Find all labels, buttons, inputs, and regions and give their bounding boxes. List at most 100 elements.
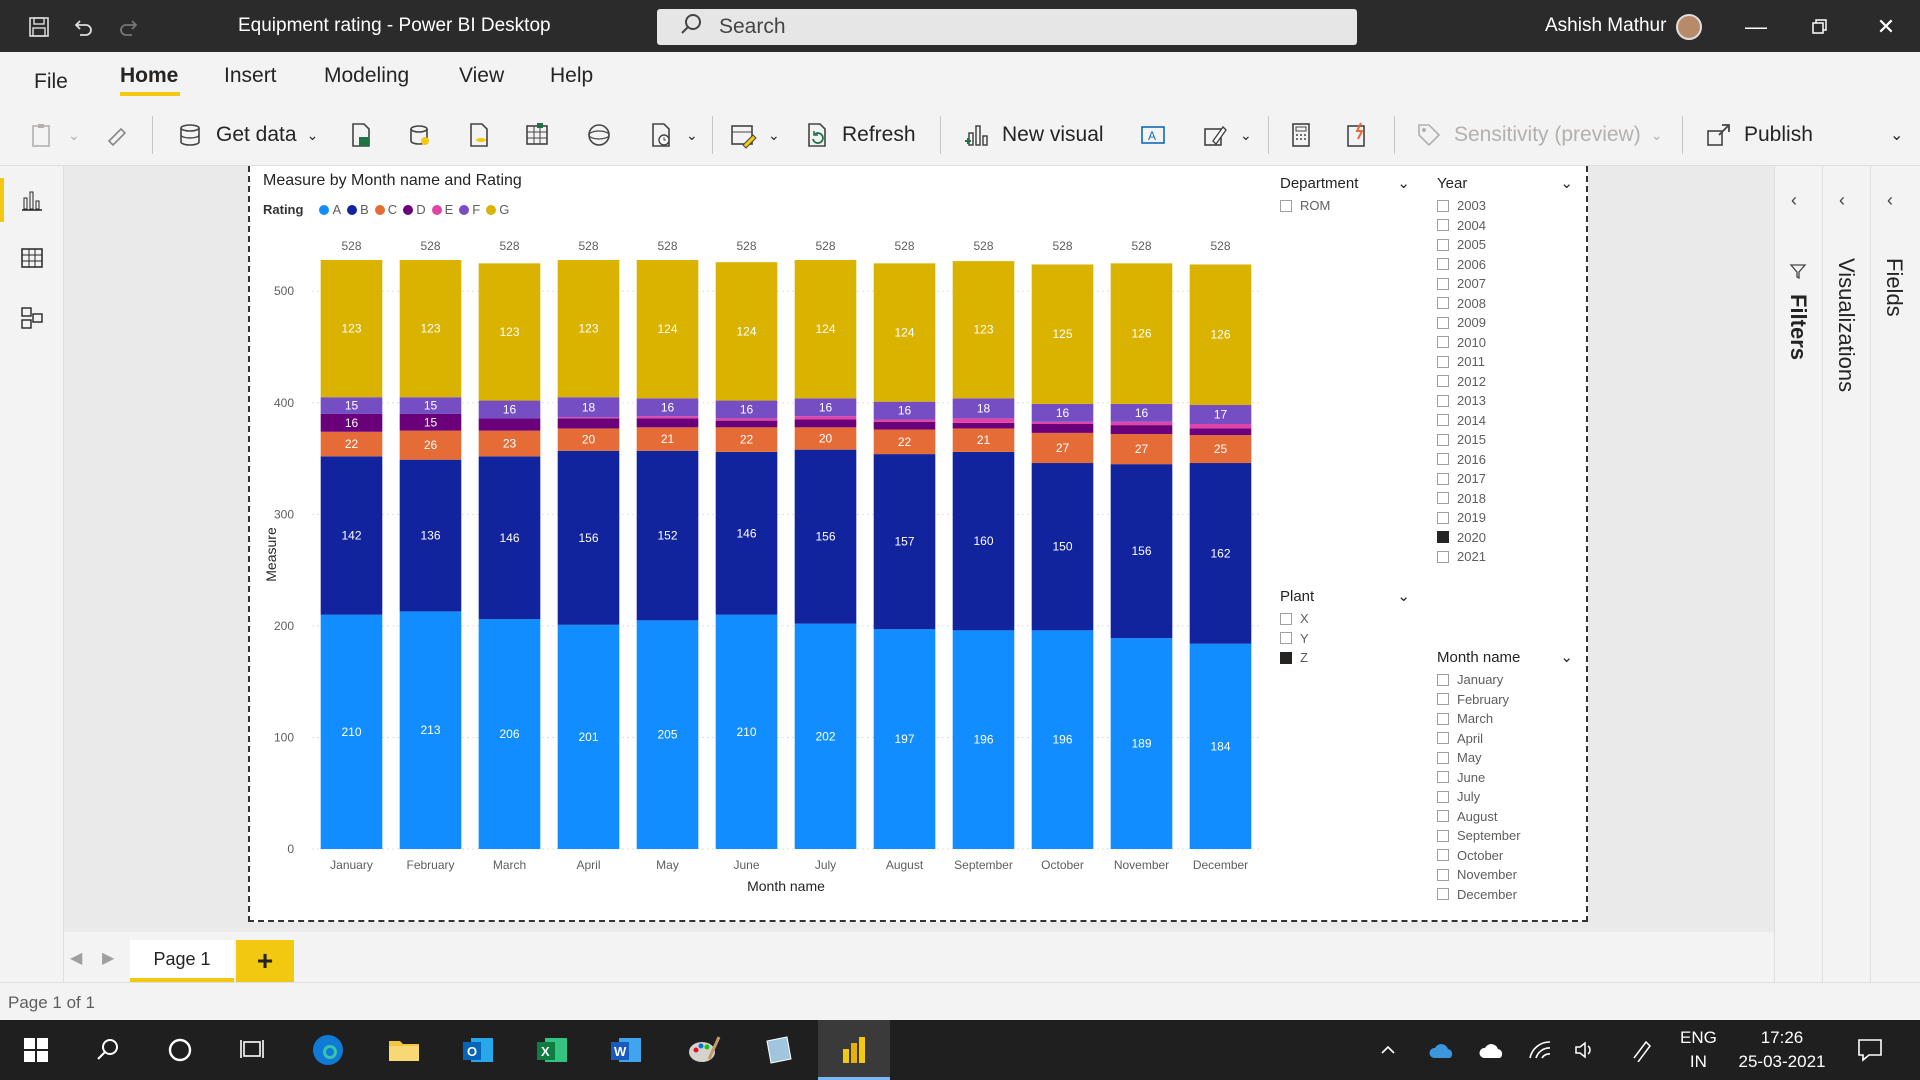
month-slicer-item[interactable]: March xyxy=(1437,709,1573,729)
visualizations-label[interactable]: Visualizations xyxy=(1833,258,1859,392)
year-slicer[interactable]: Year ⌄ 2003 2004 2005 2006 2007 2008 2009 2010 20… xyxy=(1437,174,1573,567)
chevron-left-icon[interactable]: ‹ xyxy=(1887,190,1893,211)
close-button[interactable]: ✕ xyxy=(1866,10,1906,44)
checkbox[interactable] xyxy=(1437,849,1449,862)
legend-entry-f[interactable]: F xyxy=(459,202,480,217)
checkbox[interactable] xyxy=(1437,531,1449,544)
minimize-button[interactable]: — xyxy=(1736,10,1776,44)
paste-button[interactable]: ⌄ xyxy=(28,118,80,152)
language-indicator[interactable]: ENG IN xyxy=(1680,1028,1717,1072)
undo-icon[interactable] xyxy=(70,14,96,40)
checkbox[interactable] xyxy=(1437,433,1449,446)
bar-e[interactable] xyxy=(636,416,699,419)
checkbox[interactable] xyxy=(1437,219,1449,232)
checkbox[interactable] xyxy=(1437,394,1449,407)
checkbox[interactable] xyxy=(1437,790,1449,803)
bar-e[interactable] xyxy=(873,419,936,422)
checkbox[interactable] xyxy=(1437,732,1449,745)
checkbox[interactable] xyxy=(1437,511,1449,524)
power-bi-icon[interactable] xyxy=(834,1030,874,1070)
month-slicer-item[interactable]: April xyxy=(1437,729,1573,749)
get-data-button[interactable]: Get data ⌄ xyxy=(176,118,318,152)
checkbox[interactable] xyxy=(1437,810,1449,823)
checkbox[interactable] xyxy=(1437,829,1449,842)
month-slicer-item[interactable]: September xyxy=(1437,826,1573,846)
excel-button[interactable] xyxy=(346,118,376,152)
checkbox[interactable] xyxy=(1280,651,1292,664)
more-visuals-button[interactable]: ⌄ xyxy=(1200,118,1252,152)
month-slicer-item[interactable]: June xyxy=(1437,768,1573,788)
year-slicer-item[interactable]: 2011 xyxy=(1437,352,1573,372)
menu-home[interactable]: Home xyxy=(120,64,178,88)
chevron-down-icon[interactable]: ⌄ xyxy=(1560,648,1573,666)
year-slicer-item[interactable]: 2003 xyxy=(1437,196,1573,216)
checkbox[interactable] xyxy=(1437,277,1449,290)
checkbox[interactable] xyxy=(1437,771,1449,784)
wifi-icon[interactable] xyxy=(1520,1030,1560,1070)
chevron-down-icon[interactable]: ⌄ xyxy=(1397,174,1410,192)
prev-page-arrow[interactable]: ◀ xyxy=(70,948,82,968)
cortana-icon[interactable] xyxy=(160,1030,200,1070)
data-view-icon[interactable] xyxy=(18,244,46,272)
year-slicer-item[interactable]: 2015 xyxy=(1437,430,1573,450)
year-slicer-item[interactable]: 2014 xyxy=(1437,411,1573,431)
checkbox[interactable] xyxy=(1437,472,1449,485)
checkbox[interactable] xyxy=(1437,453,1449,466)
department-slicer[interactable]: Department ⌄ ROM xyxy=(1280,174,1410,216)
edge-icon[interactable] xyxy=(308,1030,348,1070)
legend-entry-d[interactable]: D xyxy=(403,202,426,217)
year-slicer-item[interactable]: 2012 xyxy=(1437,372,1573,392)
save-icon[interactable] xyxy=(26,14,52,40)
menu-file[interactable]: File xyxy=(34,70,68,94)
outlook-icon[interactable]: O xyxy=(458,1030,498,1070)
month-slicer-item[interactable]: October xyxy=(1437,846,1573,866)
model-view-icon[interactable] xyxy=(18,304,46,332)
dataset-button[interactable] xyxy=(404,118,434,152)
format-painter-button[interactable] xyxy=(102,118,132,152)
plant-slicer-item[interactable]: Z xyxy=(1280,648,1410,668)
new-measure-button[interactable] xyxy=(1286,118,1316,152)
checkbox[interactable] xyxy=(1437,238,1449,251)
bar-d[interactable] xyxy=(1110,425,1173,435)
stacked-column-chart[interactable]: 0 100 200 300 400 500 Measure 210 142 22 16 15 123 52… xyxy=(250,225,1270,915)
restore-button[interactable] xyxy=(1800,10,1840,44)
chevron-down-icon[interactable]: ⌄ xyxy=(1560,174,1573,192)
year-slicer-item[interactable]: 2005 xyxy=(1437,235,1573,255)
sensitivity-button[interactable]: Sensitivity (preview) ⌄ xyxy=(1414,118,1662,152)
plant-slicer[interactable]: Plant ⌄ XYZ xyxy=(1280,587,1410,668)
task-view-icon[interactable] xyxy=(232,1030,272,1070)
fields-label[interactable]: Fields xyxy=(1881,258,1907,317)
next-page-arrow[interactable]: ▶ xyxy=(102,948,114,968)
visualizations-pane[interactable]: ‹ Visualizations xyxy=(1822,166,1870,982)
bar-d[interactable] xyxy=(715,420,778,428)
year-slicer-item[interactable]: 2017 xyxy=(1437,469,1573,489)
chevron-left-icon[interactable]: ‹ xyxy=(1791,190,1797,211)
year-slicer-item[interactable]: 2019 xyxy=(1437,508,1573,528)
bar-d[interactable] xyxy=(478,418,541,431)
checkbox[interactable] xyxy=(1437,297,1449,310)
checkbox[interactable] xyxy=(1437,414,1449,427)
chevron-left-icon[interactable]: ‹ xyxy=(1839,190,1845,211)
cloud-icon[interactable] xyxy=(1472,1030,1512,1070)
bar-e[interactable] xyxy=(557,417,620,419)
bar-e[interactable] xyxy=(715,418,778,421)
department-slicer-item[interactable]: ROM xyxy=(1280,196,1410,216)
year-slicer-item[interactable]: 2006 xyxy=(1437,255,1573,275)
legend-entry-e[interactable]: E xyxy=(431,202,453,217)
checkbox[interactable] xyxy=(1437,550,1449,563)
year-slicer-item[interactable]: 2021 xyxy=(1437,547,1573,567)
menu-modeling[interactable]: Modeling xyxy=(324,64,409,88)
transform-data-button[interactable]: ⌄ xyxy=(728,118,780,152)
month-slicer-item[interactable]: May xyxy=(1437,748,1573,768)
clock[interactable]: 17:26 25-03-2021 xyxy=(1734,1028,1830,1072)
new-visual-button[interactable]: New visual xyxy=(962,118,1104,152)
checkbox[interactable] xyxy=(1437,673,1449,686)
quick-measure-button[interactable] xyxy=(1342,118,1372,152)
checkbox[interactable] xyxy=(1437,355,1449,368)
checkbox[interactable] xyxy=(1280,612,1292,625)
month-slicer[interactable]: Month name ⌄ January February March April May… xyxy=(1437,648,1573,904)
notifications-icon[interactable] xyxy=(1850,1030,1890,1070)
checkbox[interactable] xyxy=(1437,492,1449,505)
year-slicer-item[interactable]: 2013 xyxy=(1437,391,1573,411)
checkbox[interactable] xyxy=(1437,693,1449,706)
